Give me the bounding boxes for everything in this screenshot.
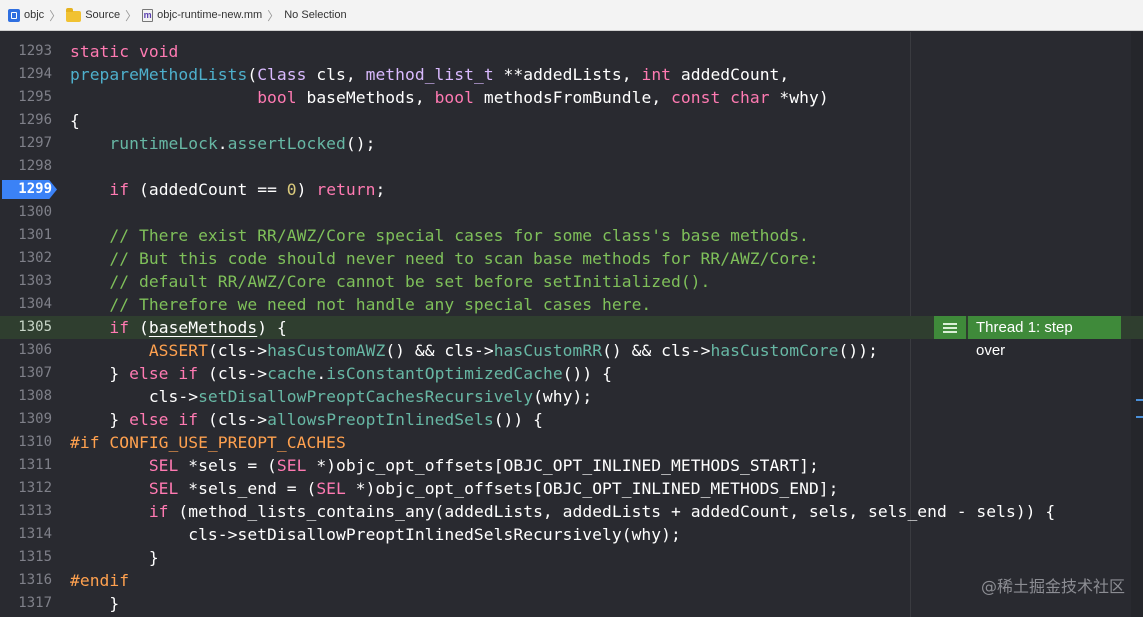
line-number: 1308 — [18, 388, 52, 404]
code-comment: // But this code should never need to sc… — [70, 249, 819, 268]
code-line[interactable]: 1309 } else if (cls->allowsPreoptInlined… — [0, 408, 1143, 431]
code-preprocessor: #if CONFIG_USE_PREOPT_CACHES — [70, 433, 346, 452]
code-text: cls->setDisallowPreoptCachesRecursively(… — [70, 387, 593, 406]
code-text: } else if (cls->allowsPreoptInlinedSels(… — [70, 410, 543, 429]
breadcrumb-project-label: objc — [24, 9, 45, 21]
code-line[interactable]: 1315 } — [0, 546, 1143, 569]
thread-badge-label: Thread 1: step over — [968, 316, 1121, 359]
line-number: 1293 — [18, 43, 52, 59]
breadcrumb-separator: 〉 — [49, 8, 62, 23]
code-line[interactable]: 1298 — [0, 155, 1143, 178]
code-line[interactable]: 1293 static void — [0, 40, 1143, 63]
breadcrumb-symbol[interactable]: No Selection — [284, 9, 346, 21]
line-number: 1306 — [18, 342, 52, 358]
code-line[interactable]: 1294 prepareMethodLists(Class cls, metho… — [0, 63, 1143, 86]
code-line[interactable]: 1303 // default RR/AWZ/Core cannot be se… — [0, 270, 1143, 293]
breadcrumb-folder-label: Source — [85, 9, 121, 21]
code-line[interactable]: 1300 — [0, 201, 1143, 224]
code-text: } — [70, 548, 159, 567]
code-text: ASSERT(cls->hasCustomAWZ() && cls->hasCu… — [148, 341, 878, 360]
code-comment: // Therefore we need not handle any spec… — [70, 295, 652, 314]
code-line[interactable]: 1306 ASSERT(cls->hasCustomAWZ() && cls->… — [0, 339, 1143, 362]
file-icon: m — [142, 8, 154, 22]
line-number: 1297 — [18, 135, 52, 151]
project-icon — [8, 8, 20, 22]
code-line[interactable]: 1295 bool baseMethods, bool methodsFromB… — [0, 86, 1143, 109]
line-number: 1299 — [18, 181, 52, 197]
line-number: 1313 — [18, 503, 52, 519]
line-number: 1294 — [18, 66, 52, 82]
breadcrumb-folder[interactable]: Source — [66, 7, 121, 22]
code-text: runtimeLock.assertLocked(); — [109, 134, 376, 153]
code-line[interactable]: 1310 #if CONFIG_USE_PREOPT_CACHES — [0, 431, 1143, 454]
line-number: 1295 — [18, 89, 52, 105]
code-line[interactable]: 1314 cls->setDisallowPreoptInlinedSelsRe… — [0, 523, 1143, 546]
code-line[interactable]: 1311 SEL *sels = (SEL *)objc_opt_offsets… — [0, 454, 1143, 477]
line-number: 1302 — [18, 250, 52, 266]
code-line[interactable]: 1317 } — [0, 592, 1143, 615]
breadcrumb-symbol-label: No Selection — [284, 9, 347, 21]
line-number: 1305 — [18, 319, 52, 335]
code-line[interactable]: 1304 // Therefore we need not handle any… — [0, 293, 1143, 316]
code-text: } else if (cls->cache.isConstantOptimize… — [70, 364, 612, 383]
code-text: { — [70, 111, 80, 130]
breadcrumb-separator: 〉 — [125, 8, 138, 23]
code-text: prepareMethodLists(Class cls, method_lis… — [70, 65, 790, 84]
code-line[interactable]: 1297 runtimeLock.assertLocked(); — [0, 132, 1143, 155]
code-line[interactable]: 1299 if (addedCount == 0) return; — [0, 178, 1143, 201]
line-number: 1301 — [18, 227, 52, 243]
source-editor[interactable]: 1292 1293 static void 1294 prepareMethod… — [0, 32, 1143, 617]
breadcrumb-separator: 〉 — [267, 8, 280, 23]
code-text: SEL *sels_end = (SEL *)objc_opt_offsets[… — [148, 479, 839, 498]
code-line[interactable]: 1296 { — [0, 109, 1143, 132]
code-line[interactable]: 1313 if (method_lists_contains_any(added… — [0, 500, 1143, 523]
code-text: if (baseMethods) { — [109, 318, 287, 337]
code-line[interactable]: 1308 cls->setDisallowPreoptCachesRecursi… — [0, 385, 1143, 408]
line-number: 1296 — [18, 112, 52, 128]
line-number: 1317 — [18, 595, 52, 611]
breadcrumb-file-label: objc-runtime-new.mm — [157, 9, 263, 21]
code-text: SEL *sels = (SEL *)objc_opt_offsets[OBJC… — [148, 456, 819, 475]
folder-icon — [66, 7, 82, 22]
code-comment: // default RR/AWZ/Core cannot be set bef… — [70, 272, 711, 291]
line-number: 1292 — [0, 32, 52, 39]
watermark: @稀土掘金技术社区 — [980, 577, 1125, 596]
jump-bar: objc 〉 Source 〉 m objc-runtime-new.mm 〉 … — [0, 0, 1143, 31]
breadcrumb-project[interactable]: objc — [8, 8, 45, 22]
line-number: 1304 — [18, 296, 52, 312]
line-number: 1310 — [18, 434, 52, 450]
line-number: 1309 — [18, 411, 52, 427]
code-text: if (addedCount == 0) return; — [109, 180, 386, 199]
code-text: cls->setDisallowPreoptInlinedSelsRecursi… — [70, 525, 681, 544]
code-comment: // There exist RR/AWZ/Core special cases… — [70, 226, 809, 245]
code-line[interactable]: 1292 — [0, 32, 1143, 39]
code-line[interactable]: 1312 SEL *sels_end = (SEL *)objc_opt_off… — [0, 477, 1143, 500]
code-line[interactable]: 1302 // But this code should never need … — [0, 247, 1143, 270]
list-icon — [934, 316, 966, 339]
line-number: 1300 — [18, 204, 52, 220]
code-text: static void — [70, 42, 179, 61]
line-number: 1298 — [18, 158, 52, 174]
code-text: } — [70, 594, 120, 613]
code-preprocessor: #endif — [70, 571, 130, 590]
code-text: bool baseMethods, bool methodsFromBundle… — [257, 88, 829, 107]
code-line[interactable]: 1316 #endif — [0, 569, 1143, 592]
line-number: 1303 — [18, 273, 52, 289]
line-number: 1315 — [18, 549, 52, 565]
code-line[interactable]: 1307 } else if (cls->cache.isConstantOpt… — [0, 362, 1143, 385]
code-line[interactable]: 1301 // There exist RR/AWZ/Core special … — [0, 224, 1143, 247]
line-number: 1311 — [18, 457, 52, 473]
line-number: 1316 — [18, 572, 52, 588]
line-number: 1307 — [18, 365, 52, 381]
breadcrumb-file[interactable]: m objc-runtime-new.mm — [142, 8, 263, 22]
current-execution-line[interactable]: 1305 if (baseMethods) { Thread 1: step o… — [0, 316, 1143, 359]
code-text: if (method_lists_contains_any(addedLists… — [148, 502, 1056, 521]
line-number: 1312 — [18, 480, 52, 496]
thread-step-badge[interactable]: Thread 1: step over — [934, 316, 1121, 359]
line-number: 1314 — [18, 526, 52, 542]
